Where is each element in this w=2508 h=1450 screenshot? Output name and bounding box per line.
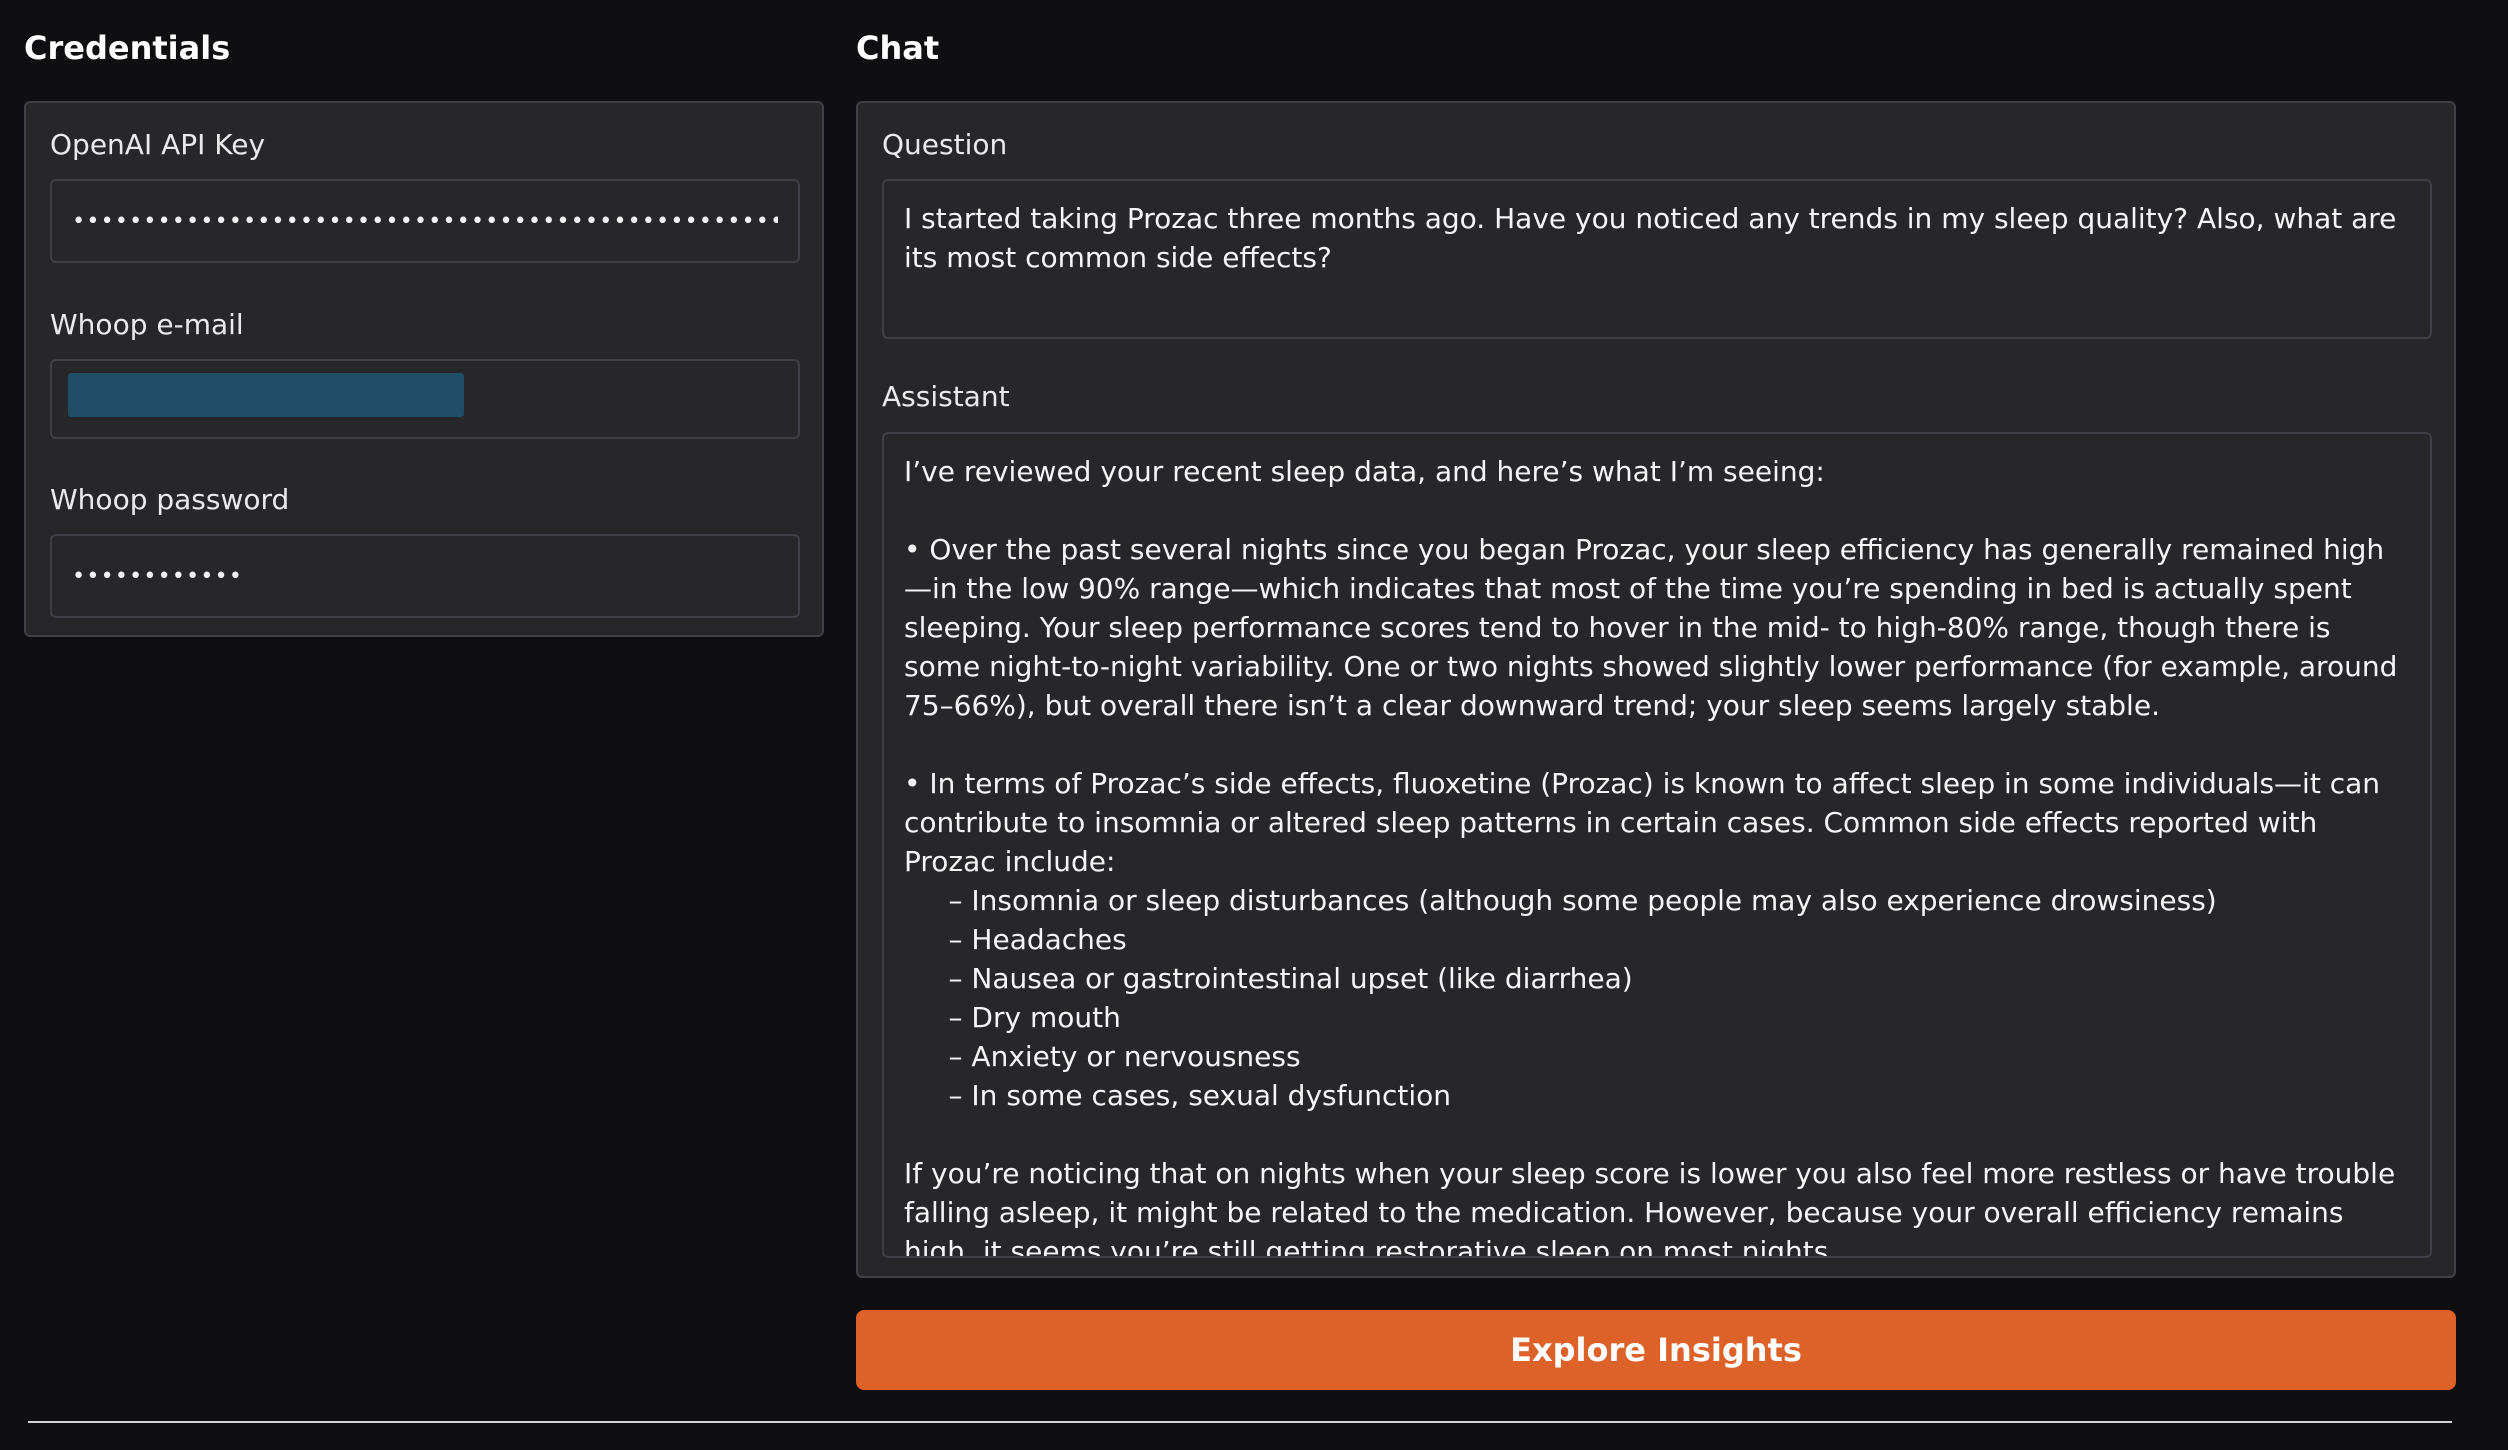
- explore-insights-button[interactable]: Explore Insights: [856, 1310, 2456, 1390]
- question-label: Question: [882, 128, 1008, 161]
- openai-key-input[interactable]: [52, 181, 798, 261]
- whoop-password-label: Whoop password: [50, 483, 290, 516]
- chat-title: Chat: [856, 29, 940, 67]
- whoop-email-label: Whoop e-mail: [50, 308, 244, 341]
- question-textarea[interactable]: I started taking Prozac three months ago…: [882, 179, 2432, 339]
- whoop-email-field[interactable]: [50, 359, 800, 439]
- credentials-title: Credentials: [24, 29, 231, 67]
- whoop-password-input[interactable]: [52, 536, 798, 616]
- openai-key-field[interactable]: [50, 179, 800, 263]
- whoop-password-field[interactable]: [50, 534, 800, 618]
- assistant-label: Assistant: [882, 380, 1010, 413]
- openai-key-label: OpenAI API Key: [50, 128, 266, 161]
- assistant-response: I’ve reviewed your recent sleep data, an…: [882, 432, 2432, 1258]
- bottom-divider: [28, 1421, 2452, 1423]
- app-root: Credentials OpenAI API Key Whoop e-mail …: [0, 0, 2508, 1450]
- credentials-panel: OpenAI API Key Whoop e-mail Whoop passwo…: [24, 101, 824, 637]
- whoop-email-input[interactable]: [52, 361, 798, 437]
- chat-panel: Question I started taking Prozac three m…: [856, 101, 2456, 1278]
